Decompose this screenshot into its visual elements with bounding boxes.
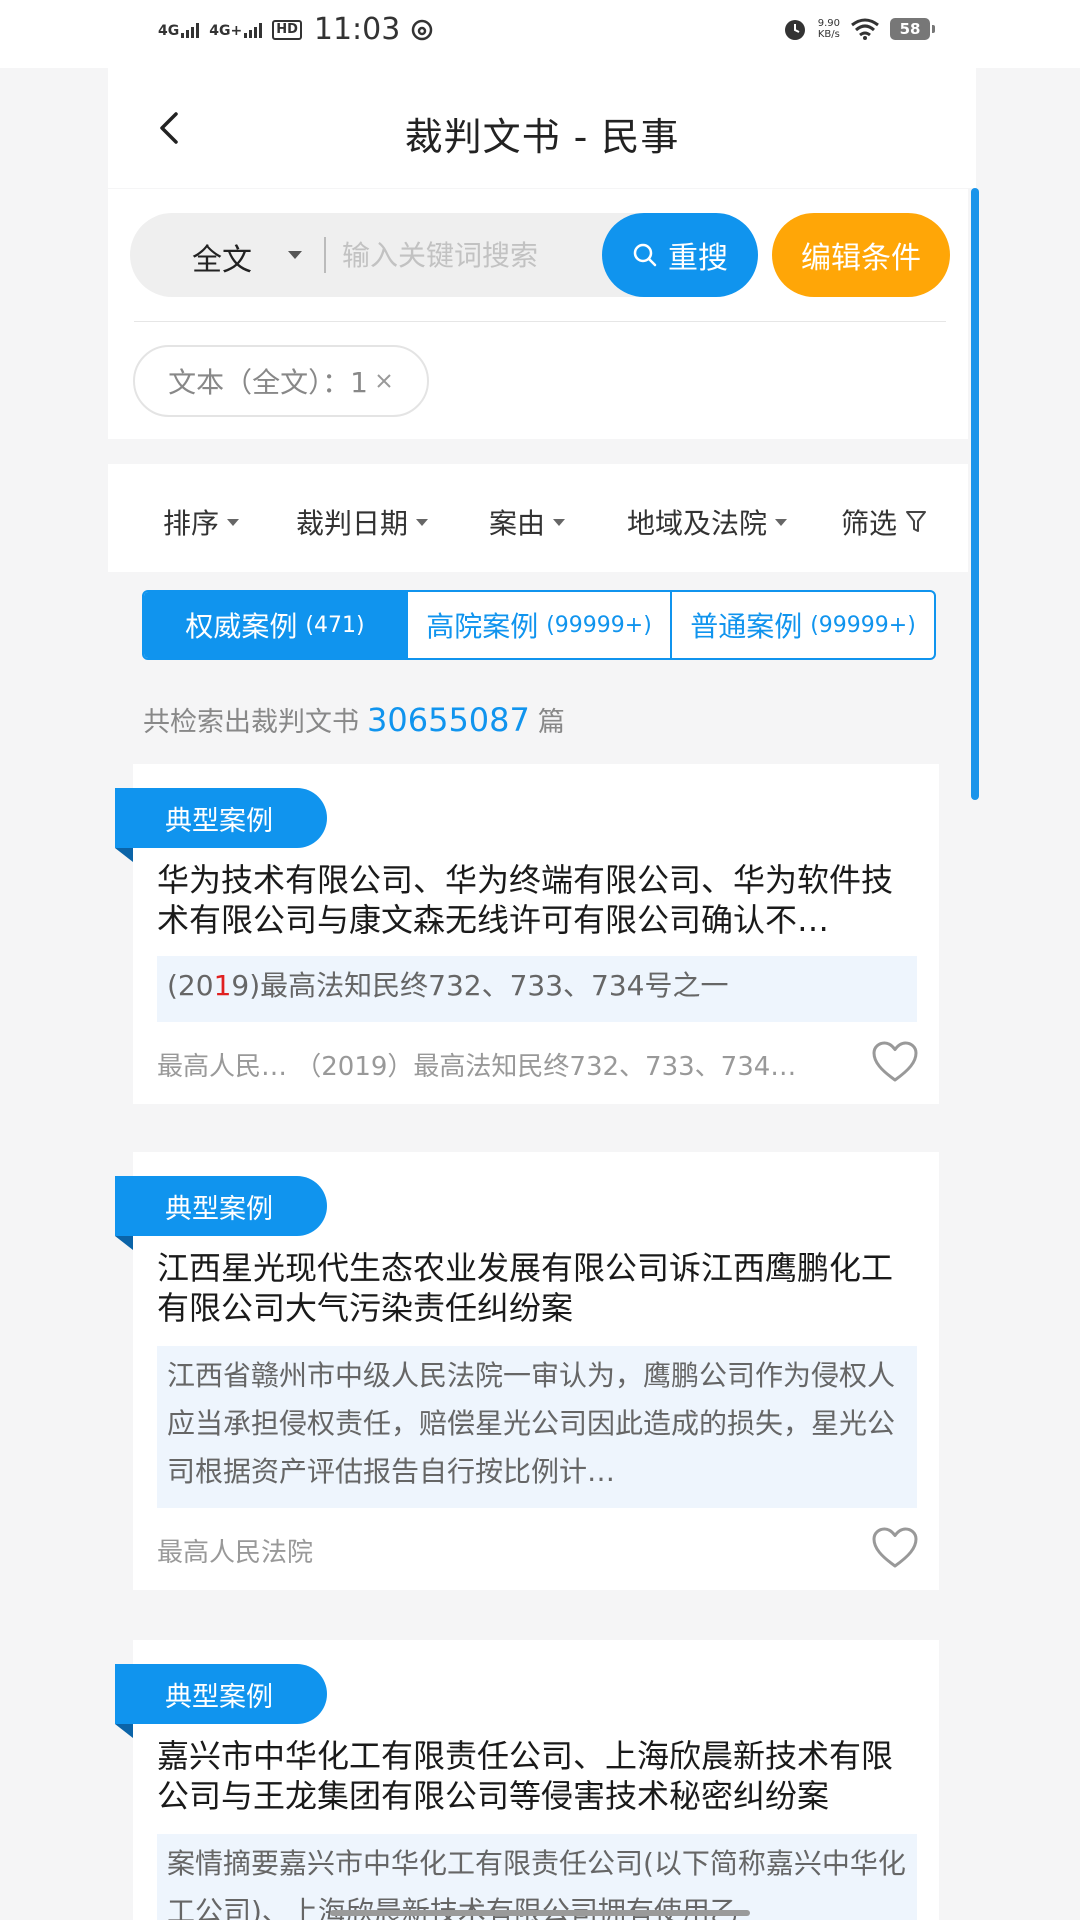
filter-cause[interactable]: 案由	[489, 502, 566, 542]
case-card[interactable]: 典型案例 江西星光现代生态农业发展有限公司诉江西鹰鹏化工有限公司大气污染责任纠纷…	[115, 1152, 939, 1590]
favorite-heart-icon[interactable]	[871, 1526, 919, 1570]
filter-region-court[interactable]: 地域及法院	[627, 502, 788, 542]
network-type-1: 4G	[158, 22, 180, 39]
signal-icon: 4G	[158, 22, 200, 39]
close-icon[interactable]	[374, 371, 394, 391]
tab-authoritative-cases[interactable]: 权威案例 (471)	[144, 592, 408, 658]
network-type-2: 4G+	[209, 22, 243, 39]
status-bar: 4G 4G+ HD 11:03 9.90 KB/s 58	[0, 0, 1080, 68]
funnel-icon	[906, 511, 927, 532]
caret-down-icon[interactable]	[288, 251, 302, 259]
case-title[interactable]: 江西星光现代生态农业发展有限公司诉江西鹰鹏化工有限公司大气污染责任纠纷案	[157, 1248, 917, 1328]
condition-chip[interactable]: 文本（全文）：1	[133, 345, 429, 417]
ribbon-fold	[115, 848, 133, 862]
ribbon-fold	[115, 1724, 133, 1738]
caret-down-icon	[775, 518, 788, 526]
case-badge: 典型案例	[115, 1176, 327, 1236]
research-button[interactable]: 重搜	[602, 213, 758, 297]
scrollbar[interactable]	[971, 188, 979, 800]
home-indicator[interactable]	[330, 1910, 750, 1916]
clock: 11:03	[313, 12, 401, 47]
favorite-heart-icon[interactable]	[871, 1040, 919, 1084]
case-meta: 最高人民… （2019）最高法知民终732、733、734…	[157, 1052, 797, 1082]
case-badge: 典型案例	[115, 1664, 327, 1724]
case-badge: 典型案例	[115, 788, 327, 848]
battery-icon: 58	[890, 18, 935, 40]
caret-down-icon	[416, 518, 429, 526]
tab-high-court-cases[interactable]: 高院案例 (99999+)	[408, 592, 672, 658]
case-title[interactable]: 华为技术有限公司、华为终端有限公司、华为软件技术有限公司与康文森无线许可有限公司…	[157, 860, 917, 940]
nav-bar: 裁判文书 - 民事	[108, 68, 976, 188]
result-count-number: 30655087	[367, 701, 530, 739]
edit-conditions-button[interactable]: 编辑条件	[772, 213, 950, 297]
search-panel: 全文 重搜 编辑条件 文本（全文）：1	[108, 189, 968, 439]
case-title[interactable]: 嘉兴市中华化工有限责任公司、上海欣晨新技术有限公司与王龙集团有限公司等侵害技术秘…	[157, 1736, 917, 1816]
research-button-label: 重搜	[668, 241, 728, 276]
filter-sort[interactable]: 排序	[163, 502, 240, 542]
case-summary: 案情摘要嘉兴市中华化工有限责任公司(以下简称嘉兴中华化工公司)、上海欣晨新技术有…	[157, 1834, 917, 1920]
condition-chip-label: 文本（全文）：1	[168, 366, 368, 399]
result-count: 共检索出裁判文书 30655087 篇	[143, 701, 565, 739]
page-title: 裁判文书 - 民事	[404, 115, 680, 159]
case-summary: (2019)最高法知民终732、733、734号之一	[157, 956, 917, 1022]
caret-down-icon	[553, 518, 566, 526]
search-icon	[633, 243, 657, 267]
filter-judgment-date[interactable]: 裁判日期	[296, 502, 429, 542]
divider	[134, 321, 946, 322]
filter-bar: 排序 裁判日期 案由 地域及法院 筛选	[108, 464, 968, 572]
wifi-icon	[851, 18, 879, 40]
ribbon-fold	[115, 1236, 133, 1250]
filter-screen[interactable]: 筛选	[841, 502, 927, 542]
divider	[324, 237, 326, 273]
case-card[interactable]: 典型案例 华为技术有限公司、华为终端有限公司、华为软件技术有限公司与康文森无线许…	[115, 764, 939, 1104]
hd-voice-icon: HD	[272, 19, 302, 40]
search-scope-select[interactable]: 全文	[192, 235, 252, 279]
sync-icon	[412, 19, 433, 40]
network-speed: 9.90 KB/s	[817, 18, 840, 40]
case-type-tabs: 权威案例 (471) 高院案例 (99999+) 普通案例 (99999+)	[142, 590, 936, 660]
case-court: 最高人民法院	[157, 1538, 314, 1568]
tab-ordinary-cases[interactable]: 普通案例 (99999+)	[672, 592, 934, 658]
case-card[interactable]: 典型案例 嘉兴市中华化工有限责任公司、上海欣晨新技术有限公司与王龙集团有限公司等…	[115, 1640, 939, 1920]
alarm-icon	[784, 20, 805, 40]
caret-down-icon	[227, 518, 240, 526]
case-summary: 江西省赣州市中级人民法院一审认为，鹰鹏公司作为侵权人应当承担侵权责任，赔偿星光公…	[157, 1346, 917, 1508]
signal-icon-2: 4G+	[209, 22, 263, 39]
search-input[interactable]	[340, 231, 604, 279]
